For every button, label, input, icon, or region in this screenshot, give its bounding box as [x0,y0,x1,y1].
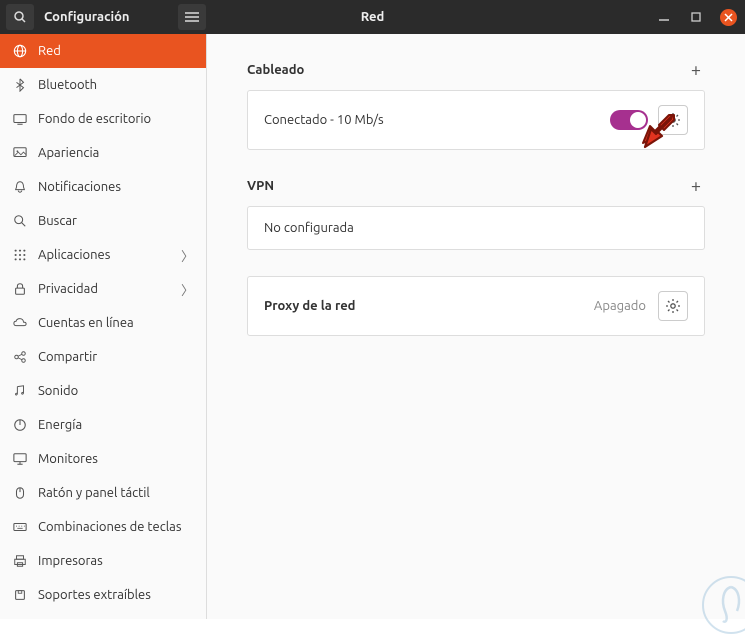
lock-icon [12,282,28,296]
sidebar-label: Combinaciones de teclas [38,520,182,534]
sidebar-label: Cuentas en línea [38,316,134,330]
wired-section-title: Cableado [247,63,304,77]
cloud-icon [12,316,28,330]
search-icon [12,214,28,228]
proxy-settings-button[interactable] [658,291,688,321]
minimize-icon [659,12,669,22]
sidebar-label: Buscar [38,214,77,228]
globe-icon [12,44,28,58]
sidebar-label: Sonido [38,384,78,398]
titlebar: Configuración Red [0,0,745,34]
sidebar-item-fondo[interactable]: Fondo de escritorio [0,102,206,136]
sidebar-label: Soportes extraíbles [38,588,151,602]
main-panel: Cableado + Conectado - 10 Mb/s VPN + No … [207,34,745,619]
removable-icon [12,588,28,602]
minimize-button[interactable] [656,9,672,25]
sidebar-item-cuentas[interactable]: Cuentas en línea [0,306,206,340]
proxy-row[interactable]: Proxy de la red Apagado [247,276,705,336]
sidebar-item-raton[interactable]: Ratón y panel táctil [0,476,206,510]
add-wired-button[interactable]: + [687,60,705,80]
sidebar-item-sonido[interactable]: Sonido [0,374,206,408]
wired-toggle[interactable] [610,110,648,130]
sidebar-item-bluetooth[interactable]: Bluetooth [0,68,206,102]
gear-icon [665,298,681,314]
sidebar-item-monitores[interactable]: Monitores [0,442,206,476]
wired-status: Conectado - 10 Mb/s [264,113,610,127]
sidebar-label: Ratón y panel táctil [38,486,150,500]
keyboard-icon [12,520,28,534]
sidebar-label: Impresoras [38,554,103,568]
sidebar-item-privacidad[interactable]: Privacidad 〉 [0,272,206,306]
wired-connection-row: Conectado - 10 Mb/s [247,90,705,150]
sidebar-label: Notificaciones [38,180,121,194]
sidebar-item-impresoras[interactable]: Impresoras [0,544,206,578]
close-button[interactable] [720,9,737,26]
sidebar-label: Aplicaciones [38,248,110,262]
sidebar-label: Compartir [38,350,97,364]
add-vpn-button[interactable]: + [687,176,705,196]
hamburger-icon [185,12,199,22]
sidebar-item-soportes[interactable]: Soportes extraíbles [0,578,206,612]
gear-icon [665,112,681,128]
sidebar-item-teclas[interactable]: Combinaciones de teclas [0,510,206,544]
sidebar-item-buscar[interactable]: Buscar [0,204,206,238]
sidebar-item-apariencia[interactable]: Apariencia [0,136,206,170]
sidebar-label: Monitores [38,452,98,466]
maximize-icon [691,12,701,22]
sidebar-item-red[interactable]: Red [0,34,206,68]
appearance-icon [12,146,28,160]
share-icon [12,350,28,364]
search-icon [13,10,27,24]
power-icon [12,418,28,432]
sidebar-label: Apariencia [38,146,99,160]
close-icon [724,13,733,22]
sidebar-item-energia[interactable]: Energía [0,408,206,442]
music-icon [12,384,28,398]
search-button[interactable] [6,4,34,30]
sidebar-item-compartir[interactable]: Compartir [0,340,206,374]
grid-icon [12,248,28,262]
chevron-right-icon: 〉 [181,246,194,265]
vpn-row: No configurada [247,206,705,250]
vpn-section-title: VPN [247,179,274,193]
sidebar: Red Bluetooth Fondo de escritorio Aparie… [0,34,207,619]
proxy-status: Apagado [594,299,646,313]
sidebar-label: Bluetooth [38,78,97,92]
page-title: Red [361,10,385,24]
bluetooth-icon [12,78,28,92]
chevron-right-icon: 〉 [181,280,194,299]
mouse-icon [12,486,28,500]
proxy-title: Proxy de la red [264,299,594,313]
sidebar-label: Red [38,44,61,58]
maximize-button[interactable] [688,9,704,25]
desktop-icon [12,112,28,126]
wired-settings-button[interactable] [658,105,688,135]
monitor-icon [12,452,28,466]
sidebar-label: Fondo de escritorio [38,112,151,126]
sidebar-label: Privacidad [38,282,98,296]
app-title: Configuración [44,10,130,24]
hamburger-button[interactable] [178,4,206,30]
printer-icon [12,554,28,568]
vpn-status: No configurada [264,221,688,235]
sidebar-label: Energía [38,418,82,432]
bell-icon [12,180,28,194]
sidebar-item-notificaciones[interactable]: Notificaciones [0,170,206,204]
sidebar-item-aplicaciones[interactable]: Aplicaciones 〉 [0,238,206,272]
